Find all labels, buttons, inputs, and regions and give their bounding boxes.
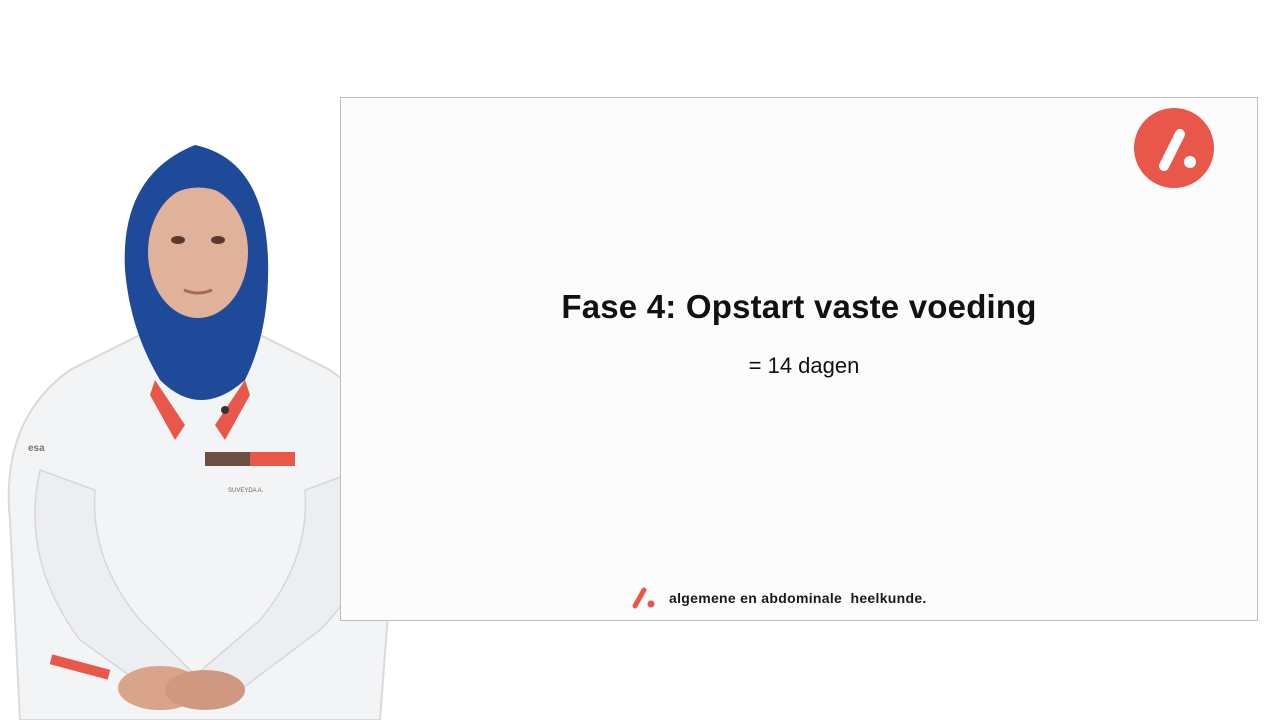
footer-brand-text: algemene en abdominale heelkunde. [669,590,927,606]
slide-footer: algemene en abdominale heelkunde. [631,586,927,610]
brand-slash-dot-icon [632,587,655,609]
presentation-slide: Fase 4: Opstart vaste voeding = 14 dagen… [340,97,1258,621]
brand-slash-dot-icon [1134,108,1214,188]
slide-subtitle: = 14 dagen [748,353,860,378]
presenter-badge: SUVEYDA A. [228,488,264,494]
slide-title: Fase 4: Opstart vaste voeding [561,288,1037,325]
presenter-coat-logo: esa [28,443,45,454]
